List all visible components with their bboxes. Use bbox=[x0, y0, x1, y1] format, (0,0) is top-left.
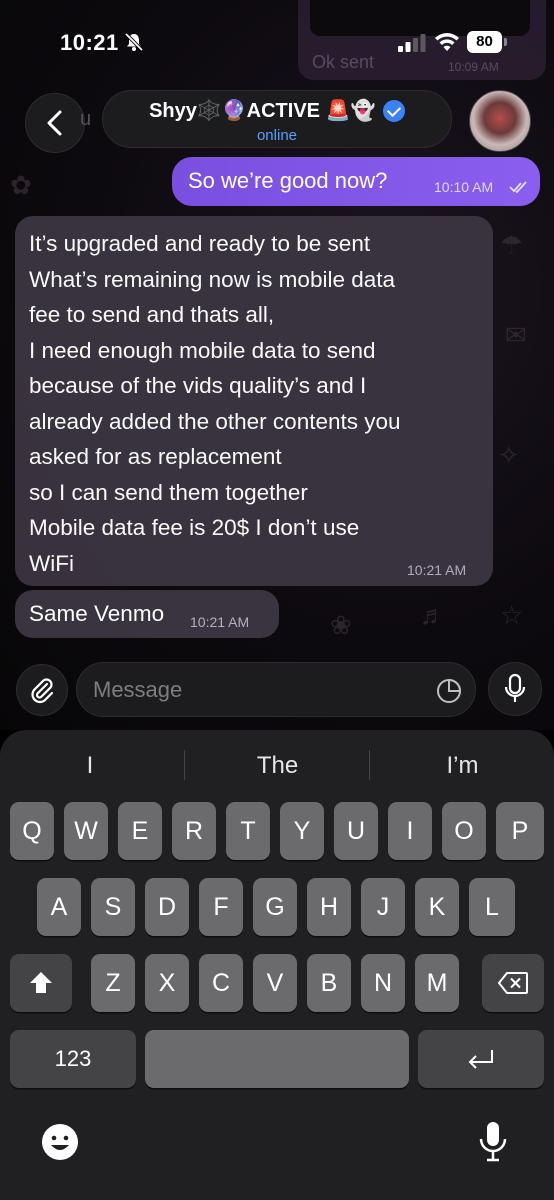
key-c[interactable]: C bbox=[199, 954, 243, 1012]
contact-name: Shyy🕸️🔮ACTIVE 🚨👻 bbox=[149, 100, 376, 122]
outgoing-message[interactable]: So we’re good now? 10:10 AM bbox=[172, 157, 540, 206]
battery-indicator: 80 bbox=[467, 31, 507, 53]
incoming-message[interactable]: Same Venmo 10:21 AM bbox=[15, 590, 279, 638]
keyboard: I The I’m Q W E R T Y U I O P A S D F G … bbox=[0, 730, 554, 1200]
message-line: already added the other contents you bbox=[29, 408, 401, 434]
message-time: 10:21 AM bbox=[407, 562, 467, 578]
status-bar: 10:21 80 bbox=[0, 22, 554, 62]
shift-key[interactable] bbox=[10, 954, 72, 1012]
key-f[interactable]: F bbox=[199, 878, 243, 936]
message-text: Same Venmo bbox=[29, 601, 165, 626]
key-k[interactable]: K bbox=[415, 878, 459, 936]
key-j[interactable]: J bbox=[361, 878, 405, 936]
key-r[interactable]: R bbox=[172, 802, 216, 860]
attach-button[interactable] bbox=[16, 664, 68, 716]
avatar[interactable] bbox=[469, 90, 531, 152]
key-h[interactable]: H bbox=[307, 878, 351, 936]
wifi-icon bbox=[435, 33, 459, 51]
doodle-icon: ❀ bbox=[330, 610, 352, 640]
doodle-icon: ☆ bbox=[500, 600, 524, 630]
message-field[interactable] bbox=[76, 662, 476, 717]
return-icon bbox=[468, 1050, 493, 1069]
key-i[interactable]: I bbox=[388, 802, 432, 860]
sticker-icon[interactable] bbox=[435, 677, 463, 705]
return-key[interactable] bbox=[418, 1030, 544, 1088]
key-t[interactable]: T bbox=[226, 802, 270, 860]
message-line: Mobile data fee is 20$ I don’t use bbox=[29, 515, 360, 540]
message-line: asked for as replacement bbox=[29, 444, 282, 469]
key-l[interactable]: L bbox=[469, 878, 515, 936]
key-z[interactable]: Z bbox=[91, 954, 135, 1012]
message-input[interactable] bbox=[93, 673, 423, 707]
signal-icon bbox=[398, 34, 426, 52]
bell-off-icon bbox=[124, 32, 144, 52]
message-time: 10:10 AM bbox=[434, 179, 494, 195]
key-v[interactable]: V bbox=[253, 954, 297, 1012]
key-d[interactable]: D bbox=[145, 878, 189, 936]
key-a[interactable]: A bbox=[37, 878, 81, 936]
message-line: because of the vids quality’s and I bbox=[29, 373, 367, 398]
dictation-icon[interactable] bbox=[478, 1120, 508, 1164]
message-line: It’s upgraded and ready to be sent bbox=[29, 231, 371, 256]
suggestion-2[interactable]: The bbox=[200, 748, 355, 784]
message-line: fee to send and thats all, bbox=[29, 302, 275, 327]
emoji-icon[interactable] bbox=[40, 1122, 80, 1162]
verified-badge-icon bbox=[382, 99, 405, 122]
microphone-icon bbox=[504, 673, 526, 702]
delete-key[interactable] bbox=[482, 954, 544, 1012]
key-n[interactable]: N bbox=[361, 954, 405, 1012]
battery-level: 80 bbox=[467, 31, 502, 53]
key-x[interactable]: X bbox=[145, 954, 189, 1012]
key-o[interactable]: O bbox=[442, 802, 486, 860]
message-time: 10:21 AM bbox=[190, 614, 250, 630]
chat-title-bar[interactable]: Shyy🕸️🔮ACTIVE 🚨👻 online bbox=[102, 90, 452, 148]
doodle-icon: ✉ bbox=[505, 320, 527, 350]
message-text: It’s upgraded and ready to be sent What’… bbox=[29, 226, 484, 581]
previous-message-fragment: u bbox=[80, 108, 92, 130]
key-e[interactable]: E bbox=[118, 802, 162, 860]
shift-icon bbox=[30, 972, 52, 993]
suggestion-1[interactable]: I bbox=[30, 748, 150, 784]
contact-status: online bbox=[256, 127, 298, 144]
message-text: So we’re good now? bbox=[188, 168, 388, 193]
key-s[interactable]: S bbox=[91, 878, 135, 936]
doodle-icon: ✧ bbox=[498, 440, 520, 470]
message-line: so I can send them together bbox=[29, 479, 308, 505]
key-b[interactable]: B bbox=[307, 954, 351, 1012]
doodle-icon: ✿ bbox=[10, 170, 32, 200]
double-check-icon bbox=[509, 181, 527, 193]
incoming-message[interactable]: It’s upgraded and ready to be sent What’… bbox=[15, 216, 493, 586]
key-g[interactable]: G bbox=[253, 878, 297, 936]
key-m[interactable]: M bbox=[415, 954, 459, 1012]
key-u[interactable]: U bbox=[334, 802, 378, 860]
numbers-key[interactable]: 123 bbox=[10, 1030, 136, 1088]
message-line: What’s remaining now is mobile data bbox=[29, 266, 396, 292]
chat-title: Shyy🕸️🔮ACTIVE 🚨👻 bbox=[103, 98, 451, 123]
key-q[interactable]: Q bbox=[10, 802, 54, 860]
backspace-icon bbox=[497, 972, 528, 994]
clock: 10:21 bbox=[60, 30, 119, 55]
message-line: I need enough mobile data to send bbox=[29, 337, 376, 363]
doodle-icon: ☂ bbox=[500, 230, 524, 260]
chevron-left-icon bbox=[47, 110, 62, 136]
paperclip-icon bbox=[31, 678, 54, 704]
key-p[interactable]: P bbox=[496, 802, 544, 860]
suggestion-3[interactable]: I’m bbox=[385, 748, 540, 784]
previous-message-time: 10:09 AM bbox=[448, 60, 499, 74]
voice-record-button[interactable] bbox=[488, 662, 542, 716]
doodle-icon: ♬ bbox=[420, 600, 446, 630]
key-w[interactable]: W bbox=[64, 802, 108, 860]
back-button[interactable] bbox=[25, 93, 85, 153]
key-y[interactable]: Y bbox=[280, 802, 324, 860]
space-key[interactable] bbox=[145, 1030, 409, 1088]
